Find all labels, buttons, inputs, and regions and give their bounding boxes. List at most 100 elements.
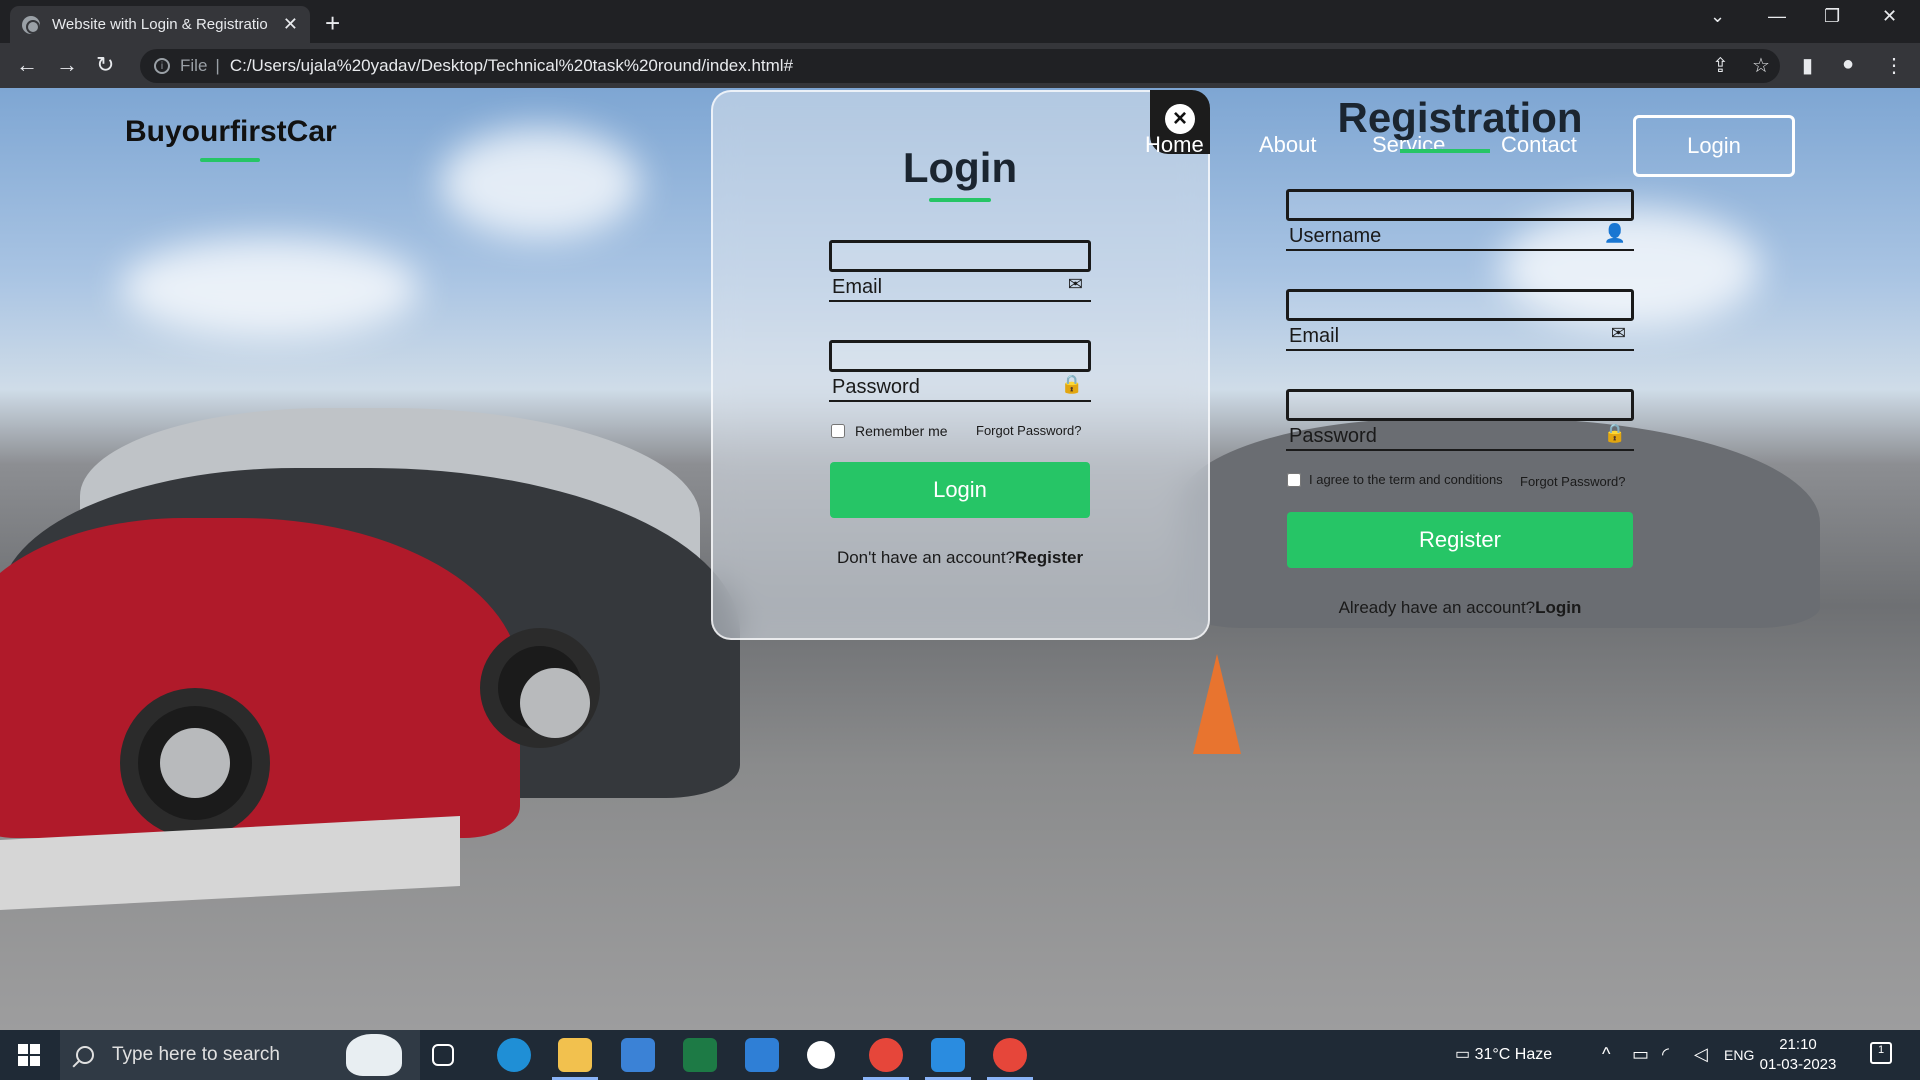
login-submit-button[interactable]: Login	[830, 462, 1090, 518]
car-wheel	[120, 688, 270, 838]
taskbar-clock[interactable]: 21:10 01-03-2023	[1758, 1035, 1838, 1075]
file-explorer-icon[interactable]	[552, 1038, 598, 1080]
login-email-field[interactable]: Email ✉	[829, 240, 1091, 302]
address-url[interactable]: C:/Users/ujala%20yadav/Desktop/Technical…	[230, 56, 793, 76]
registration-username-field[interactable]: Username 👤	[1286, 189, 1634, 251]
language-indicator[interactable]: ENG	[1724, 1047, 1754, 1063]
address-bar[interactable]: i File | C:/Users/ujala%20yadav/Desktop/…	[140, 49, 1780, 83]
login-password-label: Password	[832, 376, 920, 398]
weather-widget[interactable]: ▭ 31°C Haze	[1455, 1044, 1552, 1064]
taskbar-search[interactable]: Type here to search	[60, 1030, 420, 1080]
windows-taskbar: Type here to search ▭ 31°C Haze ^ ▭ ◜ ◁ …	[0, 1030, 1920, 1080]
taskbar-search-placeholder: Type here to search	[112, 1044, 280, 1065]
background-cloud	[440, 128, 640, 238]
login-email-input[interactable]	[829, 240, 1091, 272]
registration-footer-text: Already have an account?	[1338, 598, 1536, 617]
store-icon[interactable]	[621, 1038, 655, 1072]
mail-icon[interactable]	[745, 1038, 779, 1072]
nav-service[interactable]: Service	[1372, 132, 1445, 158]
registration-password-label: Password	[1289, 425, 1377, 447]
windows-start-icon[interactable]	[18, 1044, 40, 1066]
close-icon[interactable]: ×	[1165, 104, 1195, 134]
tab-close-icon[interactable]: ✕	[283, 14, 298, 35]
logo-underline	[200, 158, 260, 162]
login-title: Login	[902, 144, 1018, 191]
terms-checkbox-row[interactable]: I agree to the term and conditions	[1287, 472, 1503, 487]
reload-icon[interactable]: ↻	[96, 52, 114, 78]
vscode-icon[interactable]	[925, 1038, 971, 1080]
chrome-profile-icon[interactable]	[863, 1038, 909, 1080]
battery-icon[interactable]: ▭	[1632, 1044, 1649, 1065]
registration-password-input[interactable]	[1286, 389, 1634, 421]
login-title-underline	[929, 198, 991, 202]
nav-home[interactable]: Home	[1145, 132, 1204, 158]
registration-title: Registration	[1337, 94, 1583, 141]
nav-about[interactable]: About	[1259, 132, 1317, 158]
edge-icon[interactable]	[497, 1038, 531, 1072]
excel-icon[interactable]	[683, 1038, 717, 1072]
registration-email-field[interactable]: Email ✉	[1286, 289, 1634, 351]
terms-checkbox[interactable]	[1287, 472, 1301, 487]
remember-me-checkbox[interactable]	[831, 424, 845, 438]
login-password-input[interactable]	[829, 340, 1091, 372]
username-label: Username	[1289, 225, 1382, 247]
search-icon	[76, 1046, 94, 1064]
forgot-password-link[interactable]: Forgot Password?	[976, 423, 1082, 438]
registration-forgot-password-link[interactable]: Forgot Password?	[1520, 474, 1626, 489]
minimize-icon[interactable]: —	[1768, 6, 1786, 27]
new-tab-button[interactable]: +	[325, 8, 340, 39]
restore-icon[interactable]: ❐	[1824, 6, 1840, 27]
nav-contact[interactable]: Contact	[1501, 132, 1577, 158]
share-icon[interactable]: ⇪	[1712, 53, 1729, 78]
address-separator: |	[215, 56, 220, 75]
clock-date: 01-03-2023	[1759, 1056, 1837, 1073]
nav-active-underline	[1400, 149, 1490, 153]
terms-label: I agree to the term and conditions	[1309, 472, 1503, 487]
user-icon: 👤	[1603, 223, 1626, 243]
car-wheel	[480, 628, 600, 748]
remember-me-row[interactable]: Remember me	[831, 423, 948, 439]
info-icon[interactable]: i	[154, 58, 170, 74]
chrome-icon[interactable]	[987, 1038, 1033, 1080]
browser-tab-strip: Website with Login & Registratio ✕ + ⌄ —…	[0, 0, 1920, 43]
profile-icon[interactable]: ●	[1842, 53, 1854, 76]
register-link[interactable]: Register	[1015, 548, 1083, 567]
wifi-icon[interactable]: ◜	[1662, 1044, 1669, 1065]
lock-icon: 🔒	[1060, 374, 1083, 394]
task-view-icon[interactable]	[432, 1044, 454, 1066]
back-arrow-icon[interactable]: ←	[16, 52, 38, 78]
page-viewport: BuyourfirstCar Registration Username 👤 Em…	[0, 88, 1920, 1030]
tray-overflow-chevron-icon[interactable]: ^	[1602, 1044, 1610, 1065]
header-login-button[interactable]: Login	[1633, 115, 1795, 177]
window-close-icon[interactable]: ✕	[1882, 6, 1897, 27]
forward-arrow-icon[interactable]: →	[56, 52, 78, 78]
registration-login-link[interactable]: Login	[1535, 598, 1581, 617]
envelope-icon: ✉	[1610, 323, 1626, 343]
registration-footer: Already have an account?Login	[1287, 598, 1633, 618]
background-cloud	[120, 238, 420, 338]
weather-icon: ▭	[1455, 1046, 1475, 1063]
site-logo[interactable]: BuyourfirstCar	[125, 115, 337, 149]
registration-email-label: Email	[1289, 325, 1340, 347]
lock-icon: 🔒	[1603, 423, 1626, 443]
notification-center-icon[interactable]: 1	[1870, 1042, 1892, 1064]
clock-time: 21:10	[1779, 1036, 1817, 1053]
registration-email-input[interactable]	[1286, 289, 1634, 321]
browser-tab[interactable]: Website with Login & Registratio ✕	[10, 6, 310, 43]
speaker-icon[interactable]: ◁	[1694, 1044, 1708, 1065]
register-button[interactable]: Register	[1287, 512, 1633, 568]
login-password-field[interactable]: Password 🔒	[829, 340, 1091, 402]
search-highlight-bear-icon	[346, 1034, 402, 1076]
username-input[interactable]	[1286, 189, 1634, 221]
traffic-cone	[1193, 654, 1241, 754]
bookmark-star-icon[interactable]: ☆	[1752, 53, 1770, 78]
tab-search-chevron-icon[interactable]: ⌄	[1710, 6, 1725, 27]
side-panel-icon[interactable]: ▮	[1802, 53, 1813, 78]
app-green-leaf-icon[interactable]	[807, 1041, 835, 1069]
login-email-label: Email	[832, 276, 883, 298]
menu-kebab-icon[interactable]: ⋮	[1884, 53, 1904, 78]
weather-text: 31°C Haze	[1474, 1046, 1553, 1063]
remember-me-label: Remember me	[855, 423, 948, 439]
registration-password-field[interactable]: Password 🔒	[1286, 389, 1634, 451]
login-footer: Don't have an account?Register	[800, 548, 1120, 568]
